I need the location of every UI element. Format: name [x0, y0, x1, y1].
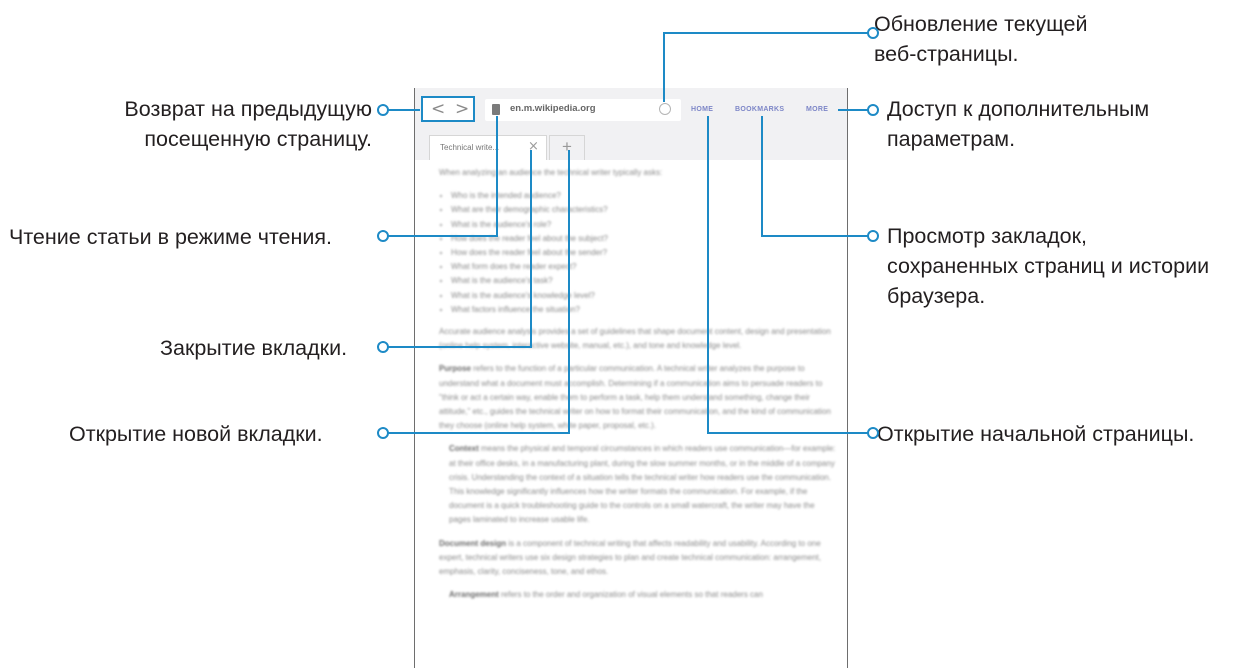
article-paragraph: Context means the physical and temporal …	[449, 444, 836, 525]
leader-line	[496, 116, 498, 237]
leader-line	[530, 150, 532, 348]
list-item: What is the audience's task?	[451, 274, 837, 288]
article-paragraph: Arrangement refers to the order and orga…	[449, 590, 763, 600]
bookmarks-button[interactable]: BOOKMARKS	[735, 106, 784, 113]
article-intro: When analyzing an audience the technical…	[439, 168, 663, 177]
leader-dot	[867, 104, 879, 116]
back-button[interactable]: <	[431, 99, 445, 119]
callout-refresh: Обновление текущей веб-страницы.	[874, 12, 1088, 66]
leader-line	[568, 150, 570, 434]
home-button[interactable]: HOME	[691, 106, 713, 113]
callout-reader-mode: Чтение статьи в режиме чтения.	[9, 225, 333, 249]
new-tab-button[interactable]: +	[549, 135, 585, 160]
leader-line	[383, 432, 570, 434]
list-item: What form does the reader expect?	[451, 260, 837, 274]
url-text: en.m.wikipedia.org	[510, 103, 596, 114]
article-paragraph: Document design is a component of techni…	[439, 538, 821, 577]
leader-line	[383, 346, 532, 348]
list-item: What are their demographic characteristi…	[451, 203, 837, 217]
list-item: What is the audience's role?	[451, 218, 837, 232]
callout-back: Возврат на предыдущую посещенную страниц…	[124, 97, 372, 151]
leader-line	[663, 32, 868, 34]
tablet-screen: < > en.m.wikipedia.org HOME BOOKMARKS MO…	[414, 88, 848, 668]
leader-dot	[867, 27, 879, 39]
leader-line	[707, 432, 869, 434]
leader-line	[761, 235, 869, 237]
question-list: Who is the intended audience? What are t…	[439, 189, 837, 317]
tab-strip: Technical write... × +	[415, 130, 847, 160]
leader-line	[663, 32, 665, 102]
callout-home: Открытие начальной страницы.	[877, 422, 1195, 446]
leader-dot	[377, 341, 389, 353]
reader-mode-icon[interactable]	[492, 104, 500, 115]
callout-close-tab: Закрытие вкладки.	[160, 336, 348, 360]
leader-line	[707, 116, 709, 434]
leader-line	[383, 235, 498, 237]
list-item: What is the audience's knowledge level?	[451, 289, 837, 303]
tab-title: Technical write...	[440, 143, 500, 152]
browser-toolbar: < > en.m.wikipedia.org HOME BOOKMARKS MO…	[415, 88, 847, 130]
nav-buttons: < >	[421, 96, 475, 122]
leader-line	[838, 109, 869, 111]
article-content: When analyzing an audience the technical…	[439, 166, 837, 611]
callout-bookmarks: Просмотр закладок, сохраненных страниц и…	[887, 224, 1210, 308]
forward-button[interactable]: >	[455, 99, 469, 119]
refresh-icon[interactable]	[659, 103, 671, 115]
leader-dot	[867, 427, 879, 439]
callout-more: Доступ к дополнительным параметрам.	[887, 97, 1150, 151]
list-item: How does the reader feel about the subje…	[451, 232, 837, 246]
article-paragraph: Purpose refers to the function of a part…	[439, 364, 831, 431]
leader-dot	[377, 427, 389, 439]
more-button[interactable]: MORE	[806, 106, 828, 113]
callout-new-tab: Открытие новой вкладки.	[69, 422, 323, 446]
article-paragraph: Accurate audience analysis provides a se…	[439, 327, 831, 351]
leader-dot	[867, 230, 879, 242]
leader-dot	[377, 230, 389, 242]
list-item: How does the reader feel about the sende…	[451, 246, 837, 260]
list-item: Who is the intended audience?	[451, 189, 837, 203]
list-item: What factors influence the situation?	[451, 303, 837, 317]
url-field[interactable]: en.m.wikipedia.org	[485, 99, 681, 121]
leader-dot	[377, 104, 389, 116]
leader-line	[761, 116, 763, 237]
